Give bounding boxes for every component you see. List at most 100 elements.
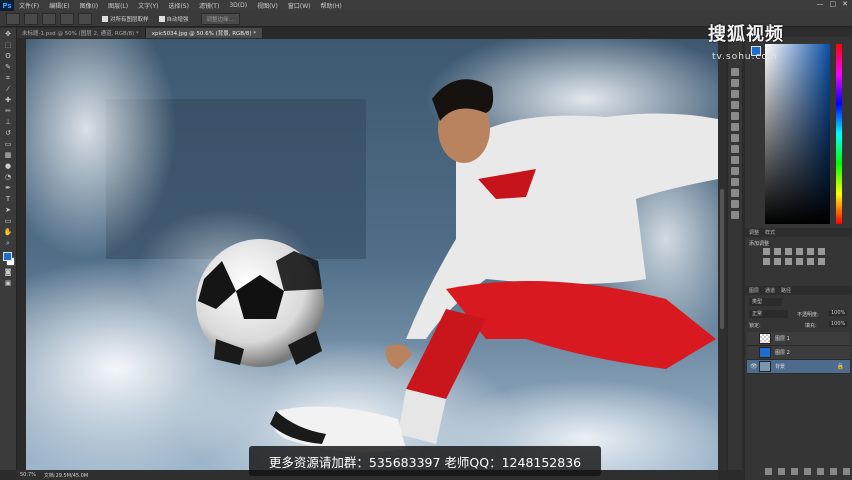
pen-tool-icon[interactable]: ✒ [3, 184, 13, 193]
properties-panel-icon[interactable] [731, 101, 739, 109]
levels-icon[interactable] [774, 248, 781, 255]
menu-file[interactable]: 文件(F) [14, 1, 44, 10]
tab-paths[interactable]: 路径 [781, 287, 791, 294]
menu-layer[interactable]: 图层(L) [103, 1, 133, 10]
minimize-button[interactable]: — [817, 0, 824, 8]
eraser-tool-icon[interactable]: ▭ [3, 140, 13, 149]
quick-select-tool-icon[interactable]: ✎ [3, 63, 13, 72]
menu-view[interactable]: 视图(V) [252, 1, 283, 10]
blend-mode-select[interactable]: 正常 [749, 310, 788, 318]
maximize-button[interactable]: □ [830, 0, 837, 8]
menu-3d[interactable]: 3D(D) [224, 2, 252, 9]
tab-adjustments[interactable]: 调整 [749, 229, 759, 236]
actions-panel-icon[interactable] [731, 79, 739, 87]
sample-all-layers-checkbox[interactable]: 对所有图层取样 [102, 15, 149, 23]
menu-image[interactable]: 图像(I) [75, 1, 103, 10]
color-picker-field[interactable] [765, 44, 830, 224]
quick-select-tool-icon[interactable] [6, 12, 20, 25]
timeline-panel-icon[interactable] [731, 178, 739, 186]
type-tool-icon[interactable]: T [3, 195, 13, 204]
canvas-vertical-scrollbar[interactable] [718, 39, 726, 471]
exposure-icon[interactable] [796, 248, 803, 255]
brush-tool-icon[interactable]: ✏ [3, 107, 13, 116]
adjustment-layer-icon[interactable] [804, 468, 811, 475]
bw-icon[interactable] [774, 258, 781, 265]
lasso-tool-icon[interactable]: ʘ [3, 52, 13, 61]
eye-visibility-icon[interactable]: 👁 [750, 363, 758, 370]
opacity-field[interactable]: 100% [829, 310, 848, 316]
eyedropper-tool-icon[interactable]: ⁄ [3, 85, 13, 94]
vibrance-icon[interactable] [807, 248, 814, 255]
menu-help[interactable]: 帮助(H) [316, 1, 347, 10]
fill-field[interactable]: 100% [829, 321, 848, 327]
add-to-selection-button[interactable] [42, 12, 56, 25]
healing-tool-icon[interactable]: ✚ [3, 96, 13, 105]
tab-layers[interactable]: 图层 [749, 287, 759, 294]
paragraph-panel-icon[interactable] [731, 145, 739, 153]
tab-xpic5034[interactable]: xpic5034.jpg @ 50.6% (背景, RGB/8) * [145, 28, 264, 38]
crop-tool-icon[interactable]: ⌗ [3, 74, 13, 83]
invert-icon[interactable] [818, 258, 825, 265]
menu-edit[interactable]: 编辑(E) [44, 1, 74, 10]
photo-filter-icon[interactable] [785, 258, 792, 265]
hand-tool-icon[interactable]: ✋ [3, 228, 13, 237]
new-selection-button[interactable] [24, 12, 38, 25]
subtract-selection-button[interactable] [60, 12, 74, 25]
stamp-tool-icon[interactable]: ⊥ [3, 118, 13, 127]
gradient-tool-icon[interactable]: ▦ [3, 151, 13, 160]
brush-size-picker[interactable] [78, 12, 92, 25]
dodge-tool-icon[interactable]: ◔ [3, 173, 13, 182]
path-select-icon[interactable]: ➤ [3, 206, 13, 215]
channel-mixer-icon[interactable] [796, 258, 803, 265]
group-icon[interactable] [817, 468, 824, 475]
tool-presets-icon[interactable] [731, 156, 739, 164]
marquee-tool-icon[interactable]: ⬚ [3, 41, 13, 50]
zoom-tool-icon[interactable]: ⌕ [3, 239, 13, 248]
foreground-color-swatch[interactable] [3, 252, 12, 261]
hue-sat-icon[interactable] [818, 248, 825, 255]
menu-select[interactable]: 选择(S) [163, 1, 194, 10]
character-panel-icon[interactable] [731, 134, 739, 142]
quick-mask-icon[interactable]: ◙ [3, 268, 13, 277]
move-tool-icon[interactable]: ✥ [3, 30, 13, 39]
clone-source-icon[interactable] [731, 123, 739, 131]
tab-channels[interactable]: 通道 [765, 287, 775, 294]
menu-window[interactable]: 窗口(W) [283, 1, 316, 10]
layer-row[interactable]: 👁 背景 🔒 [747, 360, 850, 374]
fill-label: 填充: [805, 323, 817, 329]
brightness-icon[interactable] [763, 248, 770, 255]
shape-tool-icon[interactable]: ▭ [3, 217, 13, 226]
layer-row[interactable]: 图层 2 [747, 346, 850, 360]
sohu-watermark-url: tv.sohu.com [712, 52, 778, 62]
color-lookup-icon[interactable] [807, 258, 814, 265]
styles-panel-icon[interactable] [731, 211, 739, 219]
tab-styles[interactable]: 样式 [765, 229, 775, 236]
fx-icon[interactable] [778, 468, 785, 475]
link-layers-icon[interactable] [765, 468, 772, 475]
trash-icon[interactable] [843, 468, 850, 475]
info-panel-icon[interactable] [731, 90, 739, 98]
auto-enhance-checkbox[interactable]: 自动增强 [158, 15, 189, 23]
notes-panel-icon[interactable] [731, 167, 739, 175]
history-panel-icon[interactable] [731, 68, 739, 76]
layer-kind-filter[interactable]: 类型 [749, 298, 782, 306]
brush-panel-icon[interactable] [731, 112, 739, 120]
close-button[interactable]: ✕ [842, 0, 848, 8]
color-balance-icon[interactable] [763, 258, 770, 265]
zoom-level[interactable]: 50.7% [20, 472, 36, 478]
hue-slider[interactable] [836, 44, 842, 224]
layer-comps-icon[interactable] [731, 189, 739, 197]
menu-filter[interactable]: 滤镜(T) [194, 1, 224, 10]
blur-tool-icon[interactable]: ● [3, 162, 13, 171]
history-brush-icon[interactable]: ↺ [3, 129, 13, 138]
menu-type[interactable]: 文字(Y) [133, 1, 163, 10]
swatches-panel-icon[interactable] [731, 200, 739, 208]
layer-row[interactable]: 图层 1 [747, 332, 850, 346]
refine-edge-button[interactable]: 调整边缘... [200, 12, 240, 25]
document-canvas[interactable] [26, 39, 718, 471]
curves-icon[interactable] [785, 248, 792, 255]
new-layer-icon[interactable] [830, 468, 837, 475]
screen-mode-icon[interactable]: ▣ [3, 279, 13, 288]
tab-untitled[interactable]: 未标题-1.psd @ 50% (图层 2, 通道, RGB/8) * [16, 28, 146, 38]
mask-icon[interactable] [791, 468, 798, 475]
